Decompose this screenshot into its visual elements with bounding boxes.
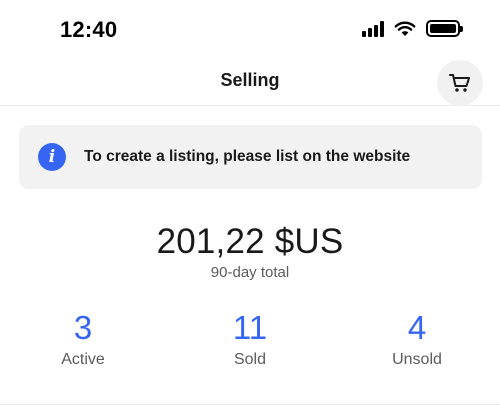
app-header: Selling <box>0 56 500 106</box>
battery-icon <box>426 20 463 37</box>
stat-label: Unsold <box>392 351 442 368</box>
stat-label: Sold <box>233 351 267 368</box>
total-amount: 201,22 $US <box>156 222 344 261</box>
stat-label: Active <box>61 351 105 368</box>
divider <box>0 404 500 405</box>
wifi-icon <box>394 21 416 36</box>
stats-row: 3 Active 11 Sold 4 Unsold <box>0 308 500 378</box>
info-banner-text: To create a listing, please list on the … <box>84 148 411 165</box>
stat-value: 3 <box>73 309 93 346</box>
cellular-signal-icon <box>362 20 384 37</box>
stat-value: 4 <box>407 309 427 346</box>
stat-active[interactable]: 3 Active <box>23 308 143 369</box>
stat-unsold[interactable]: 4 Unsold <box>357 308 477 369</box>
info-banner: i To create a listing, please list on th… <box>19 125 482 189</box>
stat-sold[interactable]: 11 Sold <box>190 308 310 369</box>
cart-button[interactable] <box>437 60 483 106</box>
total-label: 90-day total <box>210 264 290 281</box>
stat-value: 11 <box>232 309 268 346</box>
page-title: Selling <box>220 70 280 90</box>
status-bar: 12:40 <box>0 0 500 56</box>
status-time: 12:40 <box>60 17 118 42</box>
status-icons <box>362 20 463 37</box>
cart-icon <box>449 74 470 92</box>
info-icon: i <box>38 143 66 171</box>
